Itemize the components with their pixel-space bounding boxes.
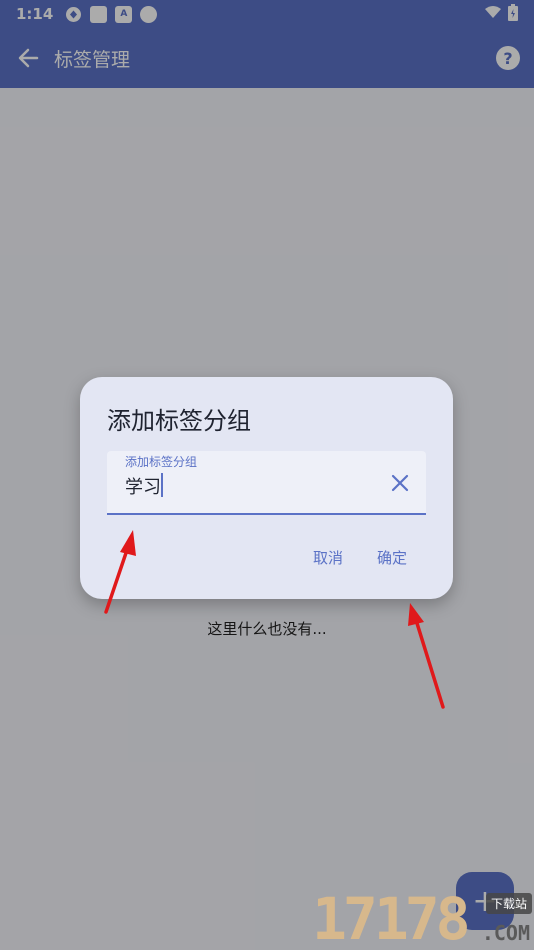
confirm-button[interactable]: 确定: [377, 547, 407, 568]
watermark-number: 17178: [312, 885, 471, 950]
tag-group-name-input[interactable]: 学习: [125, 473, 161, 499]
cancel-button[interactable]: 取消: [313, 547, 343, 568]
screen: 1:14 A 标签管理 ? 这里什么也没有... + 添加标签分组 添加标签分组…: [0, 0, 534, 950]
add-tag-group-dialog: 添加标签分组 添加标签分组 学习 取消 确定: [80, 377, 453, 599]
field-label: 添加标签分组: [125, 455, 198, 469]
text-cursor: [161, 473, 163, 497]
dialog-title: 添加标签分组: [107, 407, 251, 435]
watermark: 17178 下载站 .COM: [312, 885, 534, 950]
clear-icon[interactable]: [388, 471, 412, 495]
watermark-badge: 下载站: [485, 893, 532, 914]
watermark-com: .COM: [481, 921, 530, 945]
tag-group-name-field[interactable]: 添加标签分组 学习: [107, 451, 426, 515]
dialog-actions: 取消 确定: [313, 547, 407, 568]
